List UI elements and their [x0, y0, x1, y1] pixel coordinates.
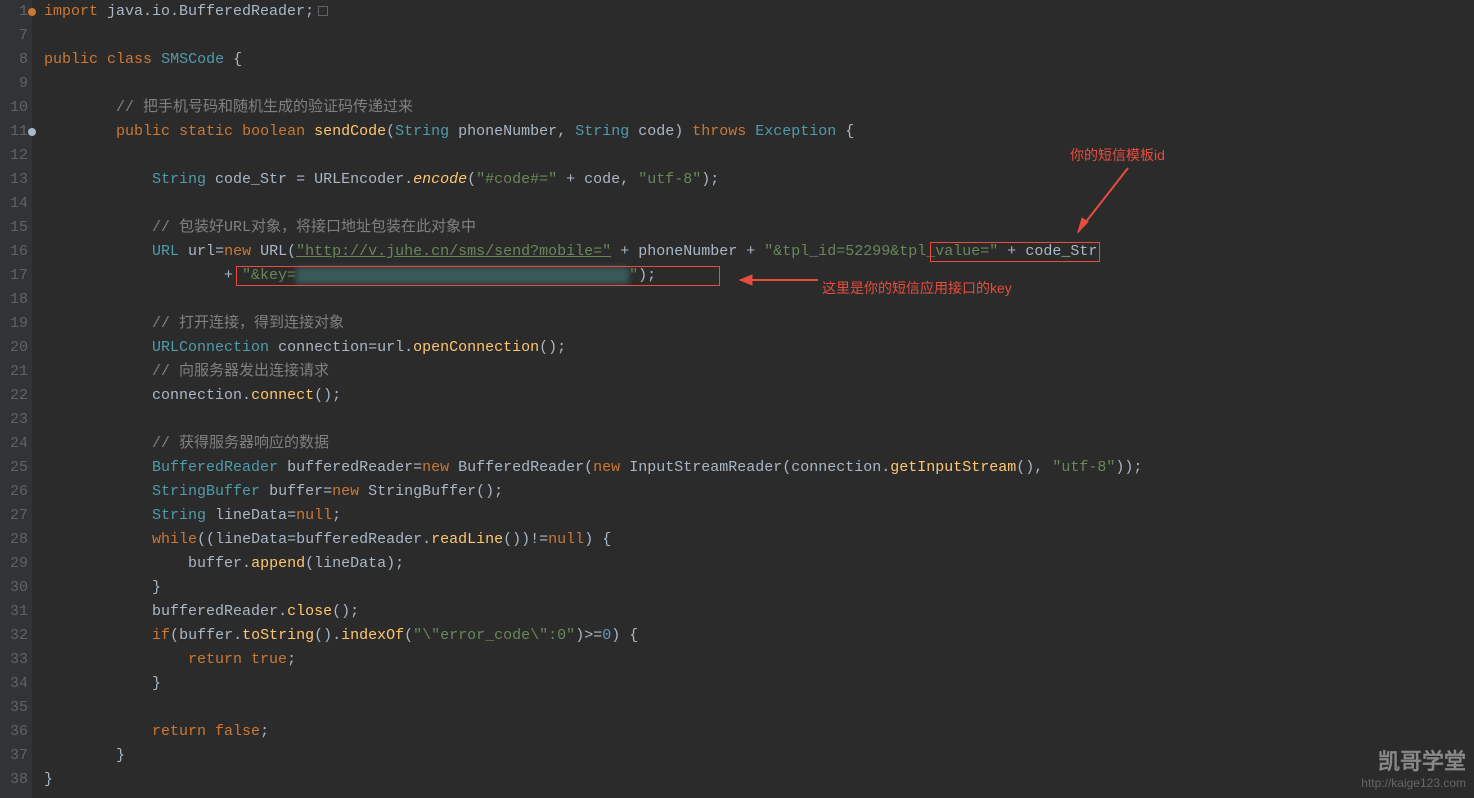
gutter-38: 38: [0, 768, 28, 792]
watermark-title: 凯哥学堂: [1361, 744, 1466, 776]
line-21: // 向服务器发出连接请求: [44, 360, 1474, 384]
line-11: public static boolean sendCode(String ph…: [44, 120, 1474, 144]
line-15: // 包装好URL对象，将接口地址包装在此对象中: [44, 216, 1474, 240]
line-30: }: [44, 576, 1474, 600]
gutter-26: 26: [0, 480, 28, 504]
gutter-10: 10: [0, 96, 28, 120]
line-38: }: [44, 768, 1474, 792]
gutter-36: 36: [0, 720, 28, 744]
annotation-key: 这里是你的短信应用接口的key: [822, 278, 1012, 298]
gutter-32: 32: [0, 624, 28, 648]
line-1: import java.io.BufferedReader;: [44, 0, 1474, 24]
gutter-37: 37: [0, 744, 28, 768]
line-19: // 打开连接，得到连接对象: [44, 312, 1474, 336]
gutter-18: 18: [0, 288, 28, 312]
gutter-17: 17: [0, 264, 28, 288]
line-10: // 把手机号码和随机生成的验证码传递过来: [44, 96, 1474, 120]
line-27: String lineData=null;: [44, 504, 1474, 528]
line-8: public class SMSCode {: [44, 48, 1474, 72]
gutter-29: 29: [0, 552, 28, 576]
code-area[interactable]: import java.io.BufferedReader; public cl…: [32, 0, 1474, 798]
line-16: URL url=new URL("http://v.juhe.cn/sms/se…: [44, 240, 1474, 264]
gutter-23: 23: [0, 408, 28, 432]
line-26: StringBuffer buffer=new StringBuffer();: [44, 480, 1474, 504]
gutter-31: 31: [0, 600, 28, 624]
gutter-16: 16: [0, 240, 28, 264]
gutter-35: 35: [0, 696, 28, 720]
gutter-8: 8: [0, 48, 28, 72]
line-22: connection.connect();: [44, 384, 1474, 408]
line-28: while((lineData=bufferedReader.readLine(…: [44, 528, 1474, 552]
line-25: BufferedReader bufferedReader=new Buffer…: [44, 456, 1474, 480]
gutter-19: 19: [0, 312, 28, 336]
gutter-33: 33: [0, 648, 28, 672]
line-32: if(buffer.toString().indexOf("\"error_co…: [44, 624, 1474, 648]
line-20: URLConnection connection=url.openConnect…: [44, 336, 1474, 360]
gutter-30: 30: [0, 576, 28, 600]
gutter-25: 25: [0, 456, 28, 480]
gutter-12: 12: [0, 144, 28, 168]
fold-icon[interactable]: [318, 6, 328, 16]
line-gutter: 1 7 8 9 10 11 12 13 14 15 16 17 18 19 20…: [0, 0, 32, 798]
line-33: return true;: [44, 648, 1474, 672]
watermark-url: http://kaige123.com: [1361, 776, 1466, 790]
line-36: return false;: [44, 720, 1474, 744]
line-9: [44, 72, 1474, 96]
gutter-34: 34: [0, 672, 28, 696]
line-17: + "&key= ");: [44, 264, 1474, 288]
gutter-14: 14: [0, 192, 28, 216]
gutter-9: 9: [0, 72, 28, 96]
line-18: [44, 288, 1474, 312]
line-23: [44, 408, 1474, 432]
line-34: }: [44, 672, 1474, 696]
line-31: bufferedReader.close();: [44, 600, 1474, 624]
gutter-13: 13: [0, 168, 28, 192]
gutter-7: 7: [0, 24, 28, 48]
gutter-1: 1: [0, 0, 28, 24]
gutter-11: 11: [0, 120, 28, 144]
gutter-24: 24: [0, 432, 28, 456]
gutter-21: 21: [0, 360, 28, 384]
gutter-15: 15: [0, 216, 28, 240]
line-37: }: [44, 744, 1474, 768]
line-7: [44, 24, 1474, 48]
line-35: [44, 696, 1474, 720]
annotation-tpl-id: 你的短信模板id: [1070, 145, 1165, 165]
code-editor[interactable]: 1 7 8 9 10 11 12 13 14 15 16 17 18 19 20…: [0, 0, 1474, 798]
gutter-28: 28: [0, 528, 28, 552]
line-14: [44, 192, 1474, 216]
gutter-20: 20: [0, 336, 28, 360]
line-13: String code_Str = URLEncoder.encode("#co…: [44, 168, 1474, 192]
line-24: // 获得服务器响应的数据: [44, 432, 1474, 456]
line-12: [44, 144, 1474, 168]
line-29: buffer.append(lineData);: [44, 552, 1474, 576]
gutter-27: 27: [0, 504, 28, 528]
gutter-22: 22: [0, 384, 28, 408]
watermark: 凯哥学堂 http://kaige123.com: [1361, 744, 1466, 790]
